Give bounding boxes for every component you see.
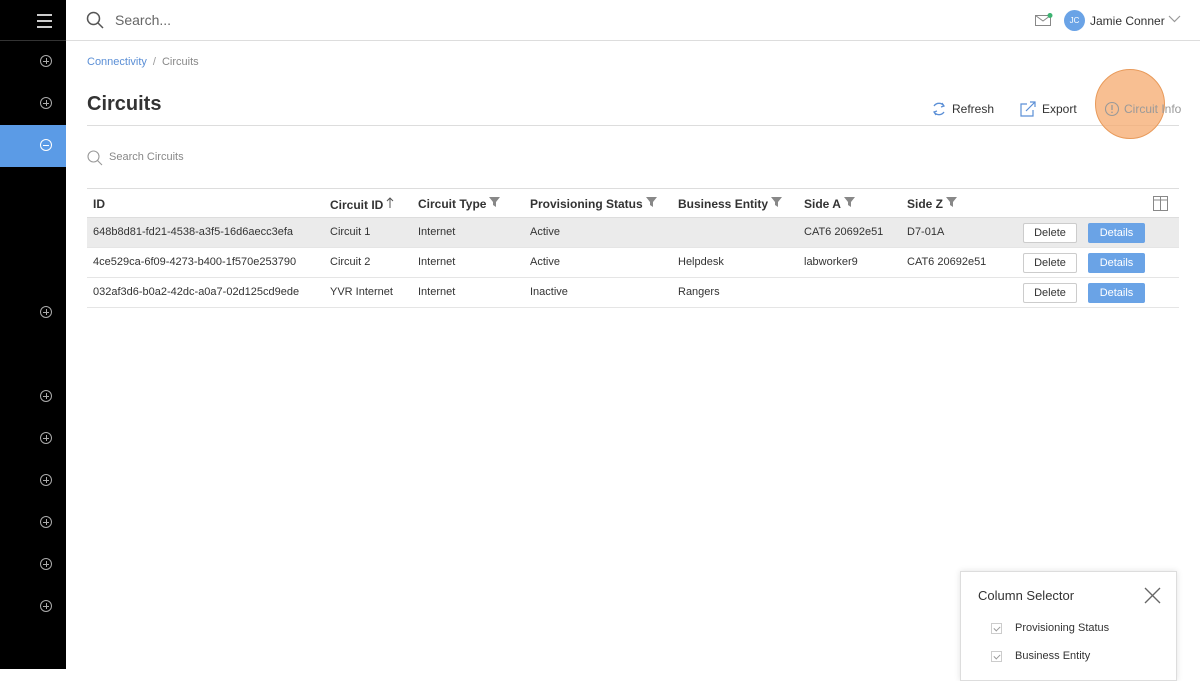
cell-circuit-type: Internet bbox=[418, 286, 456, 298]
table-row[interactable]: 032af3d6-b0a2-42dc-a0a7-02d125cd9ede YVR… bbox=[87, 278, 1179, 308]
header-side-z[interactable]: Side Z bbox=[907, 197, 958, 211]
circuits-table: ID Circuit ID Circuit Type Provisioning … bbox=[87, 188, 1179, 308]
header-circuit-type[interactable]: Circuit Type bbox=[418, 197, 501, 211]
cell-id: 032af3d6-b0a2-42dc-a0a7-02d125cd9ede bbox=[93, 286, 300, 298]
circuit-info-label: Circuit Info bbox=[1124, 102, 1182, 116]
avatar[interactable]: JC bbox=[1064, 10, 1085, 31]
nav-item-6[interactable] bbox=[0, 418, 66, 460]
table-row[interactable]: 648b8d81-fd21-4538-a3f5-16d6aecc3efa Cir… bbox=[87, 218, 1179, 248]
filter-icon[interactable] bbox=[645, 197, 657, 207]
refresh-label: Refresh bbox=[952, 102, 995, 116]
plus-circle-icon bbox=[40, 306, 52, 318]
nav-item-10[interactable] bbox=[0, 586, 66, 628]
filter-icon[interactable] bbox=[489, 197, 501, 207]
menu-icon[interactable] bbox=[0, 0, 66, 41]
cell-side-a: CAT6 20692e51 bbox=[804, 226, 884, 238]
nav-item-connectivity-active[interactable] bbox=[0, 125, 66, 167]
filter-icon[interactable] bbox=[843, 197, 855, 207]
details-button[interactable]: Details bbox=[1088, 283, 1145, 303]
minus-circle-icon bbox=[40, 139, 52, 151]
column-option-label: Business Entity bbox=[1015, 650, 1091, 662]
nav-item-2[interactable] bbox=[0, 83, 66, 125]
breadcrumb-connectivity[interactable]: Connectivity bbox=[87, 56, 147, 68]
mail-icon[interactable] bbox=[1035, 13, 1053, 27]
column-toggle-icon[interactable] bbox=[1153, 196, 1168, 211]
cell-status: Active bbox=[530, 226, 560, 238]
cell-circuit-id: YVR Internet bbox=[330, 286, 393, 298]
plus-circle-icon bbox=[40, 432, 52, 444]
cell-side-z: CAT6 20692e51 bbox=[907, 256, 987, 268]
cell-circuit-id: Circuit 2 bbox=[330, 256, 371, 268]
header-provisioning-status[interactable]: Provisioning Status bbox=[530, 197, 657, 211]
header-side-a[interactable]: Side A bbox=[804, 197, 855, 211]
nav-item-5[interactable] bbox=[0, 376, 66, 418]
cell-status: Active bbox=[530, 256, 560, 268]
cell-entity: Rangers bbox=[678, 286, 720, 298]
plus-circle-icon bbox=[40, 474, 52, 486]
refresh-icon bbox=[933, 102, 945, 116]
search-icon bbox=[86, 11, 104, 29]
export-label: Export bbox=[1042, 102, 1077, 116]
info-icon bbox=[1104, 101, 1120, 117]
plus-circle-icon bbox=[40, 516, 52, 528]
column-selector-title: Column Selector bbox=[978, 588, 1075, 603]
delete-button[interactable]: Delete bbox=[1023, 253, 1077, 273]
chevron-down-icon[interactable] bbox=[1168, 15, 1181, 23]
details-button[interactable]: Details bbox=[1088, 253, 1145, 273]
nav-item-4[interactable] bbox=[0, 292, 66, 334]
plus-circle-icon bbox=[40, 390, 52, 402]
filter-icon[interactable] bbox=[946, 197, 958, 207]
table-row[interactable]: 4ce529ca-6f09-4273-b400-1f570e253790 Cir… bbox=[87, 248, 1179, 278]
cell-side-a: labworker9 bbox=[804, 256, 858, 268]
top-bar: Search... JC Jamie Conner bbox=[66, 0, 1200, 41]
nav-item-9[interactable] bbox=[0, 544, 66, 586]
cell-id: 648b8d81-fd21-4538-a3f5-16d6aecc3efa bbox=[93, 226, 293, 238]
checkbox[interactable] bbox=[991, 651, 1002, 662]
cell-circuit-type: Internet bbox=[418, 226, 456, 238]
table-header: ID Circuit ID Circuit Type Provisioning … bbox=[87, 188, 1179, 218]
cell-circuit-id: Circuit 1 bbox=[330, 226, 371, 238]
sort-ascending-icon[interactable] bbox=[386, 197, 394, 208]
breadcrumb-separator: / bbox=[152, 56, 156, 68]
plus-circle-icon bbox=[40, 55, 52, 67]
global-search-input[interactable]: Search... bbox=[115, 12, 171, 28]
breadcrumb-current: Circuits bbox=[161, 56, 199, 68]
checkbox[interactable] bbox=[991, 623, 1002, 634]
search-circuits-placeholder: Search Circuits bbox=[109, 151, 184, 163]
cell-status: Inactive bbox=[530, 286, 568, 298]
nav-item-1[interactable] bbox=[0, 41, 66, 83]
plus-circle-icon bbox=[40, 558, 52, 570]
delete-button[interactable]: Delete bbox=[1023, 283, 1077, 303]
close-icon[interactable] bbox=[1144, 587, 1161, 604]
search-icon bbox=[87, 150, 103, 166]
plus-circle-icon bbox=[40, 97, 52, 109]
header-id[interactable]: ID bbox=[93, 197, 105, 211]
nav-item-7[interactable] bbox=[0, 460, 66, 502]
breadcrumb: Connectivity / Circuits bbox=[87, 56, 199, 68]
page-title: Circuits bbox=[87, 93, 162, 115]
header-circuit-id[interactable]: Circuit ID bbox=[330, 197, 394, 212]
plus-circle-icon bbox=[40, 600, 52, 612]
nav-rail bbox=[0, 0, 66, 669]
column-option-label: Provisioning Status bbox=[1015, 622, 1110, 634]
cell-id: 4ce529ca-6f09-4273-b400-1f570e253790 bbox=[93, 256, 297, 268]
cell-side-z: D7-01A bbox=[907, 226, 945, 238]
column-selector-panel: Column Selector Provisioning Status Busi… bbox=[960, 571, 1177, 681]
filter-icon[interactable] bbox=[771, 197, 783, 207]
export-icon bbox=[1020, 101, 1036, 117]
delete-button[interactable]: Delete bbox=[1023, 223, 1077, 243]
title-divider bbox=[87, 125, 1179, 126]
cell-entity: Helpdesk bbox=[678, 256, 724, 268]
user-name[interactable]: Jamie Conner bbox=[1090, 14, 1165, 28]
details-button[interactable]: Details bbox=[1088, 223, 1145, 243]
nav-item-8[interactable] bbox=[0, 502, 66, 544]
cell-circuit-type: Internet bbox=[418, 256, 456, 268]
header-business-entity[interactable]: Business Entity bbox=[678, 197, 783, 211]
